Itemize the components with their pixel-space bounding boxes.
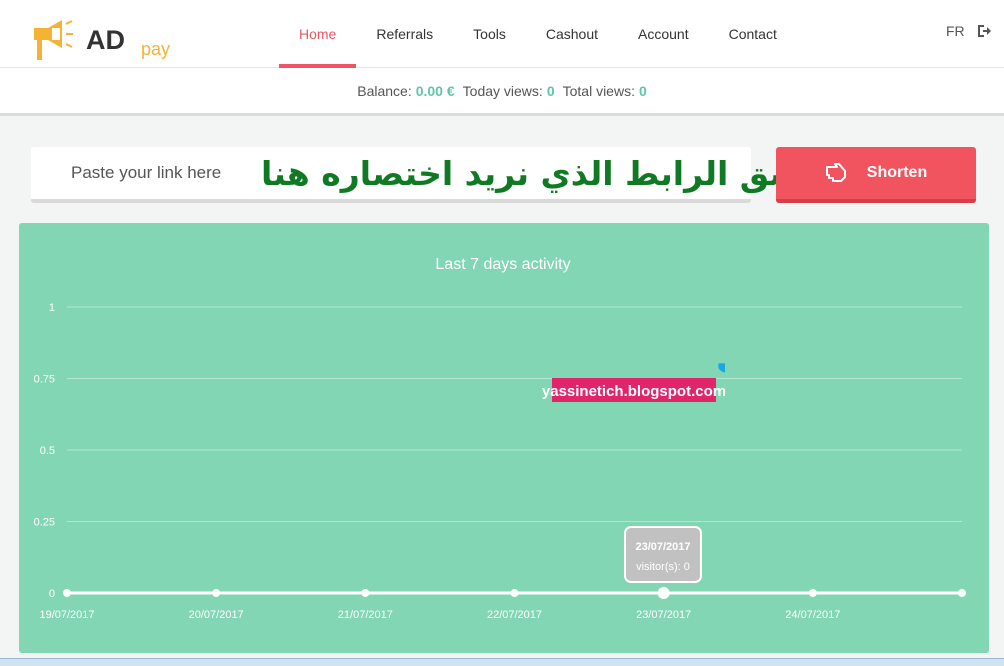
- stats-bar: Balance: 0.00 € Today views: 0 Total views…: [0, 68, 1004, 116]
- yassine-tech-watermark: ياسين تك yassinetich.blogspot.com: [542, 329, 725, 402]
- balance-value: 0.00 €: [415, 82, 455, 99]
- data-point: [361, 589, 370, 597]
- total-views-value: 0: [638, 82, 647, 99]
- data-point: [958, 589, 966, 597]
- shorten-button-label: Shorten: [866, 164, 928, 181]
- top-navbar: AD pay Home Referrals Tools Cashout Acco…: [0, 0, 1004, 68]
- tooltip-text: visitor(s): 0: [636, 561, 690, 573]
- nav-home[interactable]: Home: [279, 0, 357, 68]
- os-taskbar: [0, 658, 1004, 666]
- y-tick-label: 1: [49, 302, 55, 314]
- x-tick-label: 21/07/2017: [338, 609, 393, 621]
- svg-text:ياسين تك: ياسين تك: [715, 329, 725, 383]
- y-tick-label: 0.25: [34, 517, 55, 529]
- language-switch[interactable]: FR: [946, 23, 965, 39]
- activity-chart-panel: Last 7 days activity 1 0.75 0.5 0.25 0 19/07…: [19, 223, 989, 653]
- adpay-logo[interactable]: AD pay: [28, 18, 188, 68]
- x-tick-label: 22/07/2017: [487, 609, 542, 621]
- x-tick-label: 23/07/2017: [636, 609, 691, 621]
- link-box: نلصق الرابط الذي نريد اختصاره هنا: [31, 147, 828, 203]
- svg-text:pay: pay: [141, 39, 170, 59]
- data-point: [808, 589, 817, 597]
- nav-referrals[interactable]: Referrals: [356, 0, 453, 68]
- chart-tooltip: 23/07/2017 visitor(s): 0: [624, 526, 702, 583]
- chart-title: Last 7 days activity: [435, 256, 570, 273]
- y-tick-label: 0: [49, 588, 55, 600]
- balance-stat: Balance: 0.00 €: [357, 82, 455, 99]
- today-views-stat: Today views: 0: [462, 82, 555, 99]
- y-tick-label: 0.75: [34, 374, 55, 386]
- arabic-instruction-note: نلصق الرابط الذي نريد اختصاره هنا: [261, 153, 828, 193]
- data-point: [510, 589, 519, 597]
- nav-cashout[interactable]: Cashout: [526, 0, 618, 68]
- shorten-button[interactable]: Shorten: [776, 147, 976, 203]
- data-point: [63, 589, 71, 597]
- nav-contact[interactable]: Contact: [709, 0, 797, 68]
- x-tick-label: 19/07/2017: [39, 609, 94, 621]
- x-tick-label: 20/07/2017: [189, 609, 244, 621]
- tooltip-date: 23/07/2017: [635, 541, 690, 553]
- total-views-stat: Total views: 0: [562, 82, 647, 99]
- link-input[interactable]: [31, 163, 251, 183]
- svg-text:yassinetich.blogspot.com: yassinetich.blogspot.com: [542, 383, 725, 400]
- data-point: [657, 587, 670, 599]
- nav-tools[interactable]: Tools: [453, 0, 526, 68]
- data-point: [212, 589, 221, 597]
- logout-icon[interactable]: [977, 24, 991, 38]
- main-nav: Home Referrals Tools Cashout Account Con…: [279, 0, 797, 68]
- x-tick-label: 24/07/2017: [785, 609, 840, 621]
- activity-chart: Last 7 days activity 1 0.75 0.5 0.25 0 19/07…: [34, 256, 966, 621]
- today-views-value: 0: [546, 82, 555, 99]
- hand-point-icon: [825, 163, 846, 182]
- y-tick-label: 0.5: [40, 445, 55, 457]
- nav-account[interactable]: Account: [618, 0, 709, 68]
- svg-text:AD: AD: [86, 25, 125, 55]
